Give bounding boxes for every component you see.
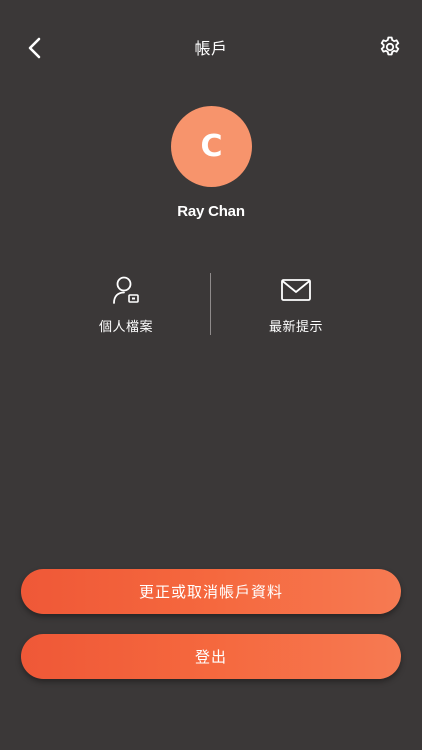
- page-title: 帳戶: [194, 39, 228, 58]
- divider: [210, 273, 211, 335]
- header: 帳戶: [0, 0, 422, 94]
- profile-action[interactable]: 個人檔案: [61, 273, 191, 335]
- account-screen: 帳戶 C Ray Chan 個人檔案 最新提示 更正或取消帳戶資料 登出: [0, 0, 422, 750]
- notifications-action-label: 最新提示: [268, 320, 323, 335]
- user-name: Ray Chan: [177, 203, 245, 220]
- mail-icon: [279, 273, 313, 307]
- avatar: C: [171, 106, 252, 187]
- profile-action-label: 個人檔案: [98, 320, 153, 335]
- notifications-action[interactable]: 最新提示: [231, 273, 361, 335]
- edit-account-button[interactable]: 更正或取消帳戶資料: [21, 569, 401, 614]
- logout-button[interactable]: 登出: [21, 634, 401, 679]
- gear-icon: [380, 36, 400, 56]
- settings-button[interactable]: [376, 33, 404, 61]
- user-card-icon: [109, 273, 143, 307]
